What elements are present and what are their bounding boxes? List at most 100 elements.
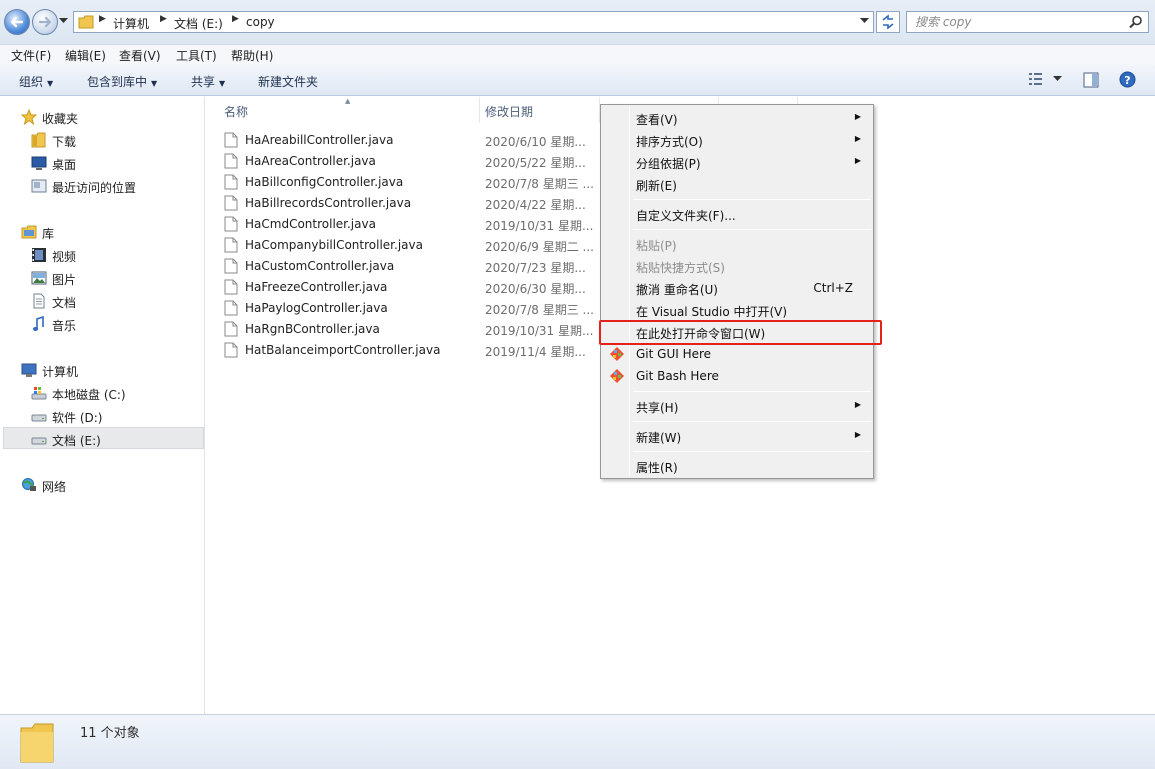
file-row[interactable]: HatBalanceimportController.java 2019/11/… [224, 340, 604, 361]
file-row[interactable]: HaFreezeController.java 2020/6/30 星期... [224, 277, 604, 298]
ctx-share[interactable]: 共享(H) ▶ [603, 395, 871, 417]
sidebar-item-label: 文档 [52, 296, 77, 310]
java-file-icon [224, 279, 238, 295]
menu-separator [633, 391, 871, 392]
ctx-customize-folder[interactable]: 自定义文件夹(F)... [603, 203, 871, 225]
column-header-date-modified[interactable]: 修改日期 [485, 103, 533, 120]
ctx-new[interactable]: 新建(W) ▶ [603, 425, 871, 447]
svg-text:?: ? [1124, 74, 1130, 87]
address-field[interactable]: ▶ 计算机 ▶ 文档 (E:) ▶ copy [73, 11, 874, 33]
preview-pane-icon[interactable] [1083, 72, 1099, 88]
ctx-git-bash-here[interactable]: Git Bash Here [603, 365, 871, 387]
ctx-open-vs-label: 在 Visual Studio 中打开(V) [636, 305, 788, 319]
file-row[interactable]: HaAreabillController.java 2020/6/10 星期..… [224, 130, 604, 151]
sidebar-item-label: 音乐 [52, 319, 77, 333]
ctx-share-label: 共享(H) [636, 401, 679, 415]
recent-places-icon [31, 179, 47, 193]
details-pane: 11 个对象 [0, 714, 1155, 769]
refresh-button[interactable] [876, 11, 900, 33]
file-date: 2020/5/22 星期... [485, 156, 586, 170]
breadcrumb-separator-icon[interactable]: ▶ [232, 14, 239, 24]
sidebar-item-label: 软件 (D:) [52, 411, 103, 425]
ctx-open-in-visual-studio[interactable]: 在 Visual Studio 中打开(V) [603, 299, 871, 321]
ctx-undo-shortcut: Ctrl+Z [813, 281, 853, 295]
column-divider[interactable] [479, 97, 480, 123]
file-row[interactable]: HaCmdController.java 2019/10/31 星期... [224, 214, 604, 235]
ctx-sort-by[interactable]: 排序方式(O) ▶ [603, 129, 871, 151]
ctx-paste-shortcut-label: 粘贴快捷方式(S) [636, 261, 725, 275]
help-icon[interactable]: ? [1119, 71, 1136, 88]
file-date: 2020/6/10 星期... [485, 135, 586, 149]
breadcrumb-separator-icon[interactable]: ▶ [160, 14, 167, 24]
submenu-arrow-icon: ▶ [854, 156, 861, 165]
file-date: 2020/7/8 星期三 ... [485, 303, 594, 317]
file-row[interactable]: HaPaylogController.java 2020/7/8 星期三 ... [224, 298, 604, 319]
change-view-icon[interactable] [1028, 72, 1044, 86]
ctx-paste-shortcut: 粘贴快捷方式(S) [603, 255, 871, 277]
git-icon [610, 369, 624, 383]
organize-button[interactable]: 组织 ▼ [19, 73, 53, 90]
ctx-git-gui-here[interactable]: Git GUI Here [603, 343, 871, 365]
search-input[interactable] [907, 12, 1117, 32]
file-row[interactable]: HaRgnBController.java 2019/10/31 星期... [224, 319, 604, 340]
submenu-arrow-icon: ▶ [854, 134, 861, 143]
menu-view[interactable]: 查看(V) [119, 47, 161, 64]
breadcrumb-drive-e[interactable]: 文档 (E:) [174, 15, 223, 32]
menu-tools[interactable]: 工具(T) [176, 47, 217, 64]
sidebar-favorites-label: 收藏夹 [42, 112, 79, 126]
sidebar-libraries-label: 库 [42, 227, 55, 241]
address-history-dropdown-icon[interactable] [860, 18, 869, 24]
ctx-customize-label: 自定义文件夹(F)... [636, 209, 736, 223]
hard-drive-icon [31, 414, 47, 422]
ctx-undo-rename[interactable]: 撤消 重命名(U) Ctrl+Z [603, 277, 871, 299]
search-field[interactable] [906, 11, 1149, 33]
new-folder-button[interactable]: 新建文件夹 [258, 73, 318, 90]
java-file-icon [224, 174, 238, 190]
folder-icon [78, 15, 94, 29]
video-icon [32, 248, 46, 262]
breadcrumb-computer[interactable]: 计算机 [113, 15, 149, 32]
java-file-icon [224, 300, 238, 316]
ctx-view[interactable]: 查看(V) ▶ [603, 107, 871, 129]
menu-help[interactable]: 帮助(H) [231, 47, 273, 64]
star-icon [21, 109, 37, 125]
ctx-properties[interactable]: 属性(R) [603, 455, 871, 477]
file-date: 2019/11/4 星期... [485, 345, 586, 359]
sidebar-item-label: 图片 [52, 273, 77, 287]
column-header-name[interactable]: 名称 [224, 103, 248, 120]
address-bar: ▶ 计算机 ▶ 文档 (E:) ▶ copy [0, 0, 1155, 44]
file-name: HaFreezeController.java [245, 280, 388, 294]
ctx-view-label: 查看(V) [636, 113, 678, 127]
file-row[interactable]: HaBillconfigController.java 2020/7/8 星期三… [224, 172, 604, 193]
ctx-refresh[interactable]: 刷新(E) [603, 173, 871, 195]
hard-drive-icon [31, 437, 47, 445]
ctx-group-by[interactable]: 分组依据(P) ▶ [603, 151, 871, 173]
file-row[interactable]: HaAreaController.java 2020/5/22 星期... [224, 151, 604, 172]
ctx-git-gui-label: Git GUI Here [636, 347, 712, 361]
recent-pages-dropdown-icon[interactable] [59, 18, 68, 24]
file-row[interactable]: HaCompanybillController.java 2020/6/9 星期… [224, 235, 604, 256]
file-date: 2020/6/30 星期... [485, 282, 586, 296]
search-icon[interactable] [1129, 15, 1143, 29]
file-name: HaAreaController.java [245, 154, 376, 168]
menu-file[interactable]: 文件(F) [11, 47, 51, 64]
menu-edit[interactable]: 编辑(E) [65, 47, 106, 64]
back-button[interactable] [4, 9, 30, 35]
file-name: HaCustomController.java [245, 259, 395, 273]
sidebar-network-label: 网络 [42, 480, 67, 494]
breadcrumb-separator-icon: ▶ [99, 14, 106, 24]
menu-bar: 文件(F) 编辑(E) 查看(V) 工具(T) 帮助(H) [0, 44, 1155, 64]
share-label: 共享 [191, 75, 216, 89]
ctx-refresh-label: 刷新(E) [636, 179, 677, 193]
file-row[interactable]: HaCustomController.java 2020/7/23 星期... [224, 256, 604, 277]
breadcrumb-copy[interactable]: copy [246, 15, 275, 29]
submenu-arrow-icon: ▶ [854, 112, 861, 121]
share-button[interactable]: 共享 ▼ [191, 73, 225, 90]
view-options-dropdown-icon[interactable] [1053, 76, 1062, 82]
ctx-group-label: 分组依据(P) [636, 157, 701, 171]
include-in-library-button[interactable]: 包含到库中 ▼ [87, 73, 157, 90]
forward-button[interactable] [32, 9, 58, 35]
file-row[interactable]: HaBillrecordsController.java 2020/4/22 星… [224, 193, 604, 214]
submenu-arrow-icon: ▶ [854, 430, 861, 439]
context-menu: 查看(V) ▶ 排序方式(O) ▶ 分组依据(P) ▶ 刷新(E) 自定义文件夹… [600, 104, 874, 479]
